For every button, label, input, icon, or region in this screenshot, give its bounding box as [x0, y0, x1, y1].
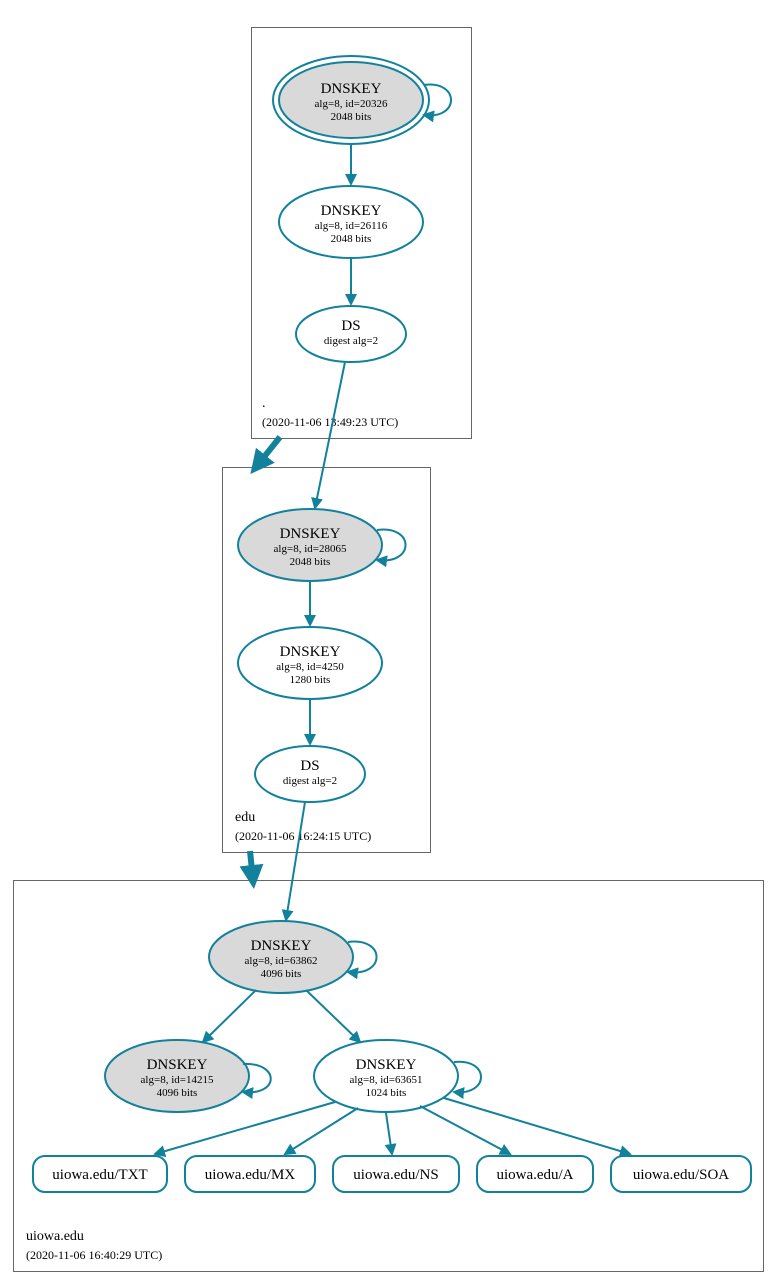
uiowa-ksk2-line1: alg=8, id=14215 [141, 1074, 214, 1086]
edu-ksk-line2: 2048 bits [290, 556, 331, 568]
uiowa-ksk2-node: DNSKEY alg=8, id=14215 4096 bits [105, 1040, 249, 1112]
edu-ds-title: DS [300, 758, 319, 774]
rrset-soa: uiowa.edu/SOA [611, 1156, 751, 1192]
edu-ksk-node: DNSKEY alg=8, id=28065 2048 bits [238, 509, 382, 581]
edu-zsk-line2: 1280 bits [290, 674, 331, 686]
svg-text:uiowa.edu/MX: uiowa.edu/MX [205, 1167, 296, 1183]
edu-ds-line1: digest alg=2 [283, 775, 337, 787]
svg-text:uiowa.edu/A: uiowa.edu/A [496, 1167, 573, 1183]
svg-text:uiowa.edu/TXT: uiowa.edu/TXT [52, 1167, 147, 1183]
edge-zsk-ns [386, 1113, 392, 1154]
uiowa-zsk-title: DNSKEY [356, 1057, 417, 1073]
root-zsk-line2: 2048 bits [331, 233, 372, 245]
root-ksk-line1: alg=8, id=20326 [315, 98, 388, 110]
edge-zsk-mx [285, 1108, 358, 1154]
edu-ds-node: DS digest alg=2 [255, 746, 365, 802]
uiowa-zsk-node: DNSKEY alg=8, id=63651 1024 bits [314, 1040, 458, 1112]
uiowa-ksk-title: DNSKEY [251, 938, 312, 954]
uiowa-ksk-node: DNSKEY alg=8, id=63862 4096 bits [209, 921, 353, 993]
edu-zsk-line1: alg=8, id=4250 [276, 661, 344, 673]
uiowa-ksk2-title: DNSKEY [147, 1057, 208, 1073]
uiowa-ksk2-line2: 4096 bits [157, 1087, 198, 1099]
root-zsk-line1: alg=8, id=26116 [315, 220, 388, 232]
uiowa-zsk-line2: 1024 bits [366, 1087, 407, 1099]
edu-ksk-title: DNSKEY [280, 526, 341, 542]
root-ds-line1: digest alg=2 [324, 335, 378, 347]
root-ksk-title: DNSKEY [321, 81, 382, 97]
edge-root-to-edu-zone [256, 437, 280, 467]
root-ds-title: DS [341, 318, 360, 334]
edge-edu-ds-uiowa-ksk [286, 802, 305, 920]
edge-root-ds-edu-ksk [315, 362, 345, 508]
rrset-ns: uiowa.edu/NS [333, 1156, 459, 1192]
edu-zsk-title: DNSKEY [280, 644, 341, 660]
svg-text:uiowa.edu/SOA: uiowa.edu/SOA [633, 1167, 729, 1183]
rrset-a: uiowa.edu/A [477, 1156, 593, 1192]
uiowa-zsk-line1: alg=8, id=63651 [350, 1074, 423, 1086]
edge-uiowa-ksk-ksk2 [203, 990, 256, 1042]
uiowa-ksk-line2: 4096 bits [261, 968, 302, 980]
root-ksk-line2: 2048 bits [331, 111, 372, 123]
edu-ksk-line1: alg=8, id=28065 [274, 543, 347, 555]
root-zsk-node: DNSKEY alg=8, id=26116 2048 bits [279, 186, 423, 258]
root-ksk-node: DNSKEY alg=8, id=20326 2048 bits [273, 56, 429, 144]
uiowa-ksk-line1: alg=8, id=63862 [245, 955, 318, 967]
svg-text:uiowa.edu/NS: uiowa.edu/NS [353, 1167, 438, 1183]
root-ds-node: DS digest alg=2 [296, 306, 406, 362]
edge-uiowa-ksk-zsk [306, 990, 360, 1042]
edu-zsk-node: DNSKEY alg=8, id=4250 1280 bits [238, 627, 382, 699]
edge-zsk-soa [444, 1098, 630, 1154]
rrset-mx: uiowa.edu/MX [185, 1156, 315, 1192]
root-zsk-title: DNSKEY [321, 203, 382, 219]
rrset-txt: uiowa.edu/TXT [33, 1156, 167, 1192]
edge-edu-to-uiowa-zone [250, 851, 253, 880]
